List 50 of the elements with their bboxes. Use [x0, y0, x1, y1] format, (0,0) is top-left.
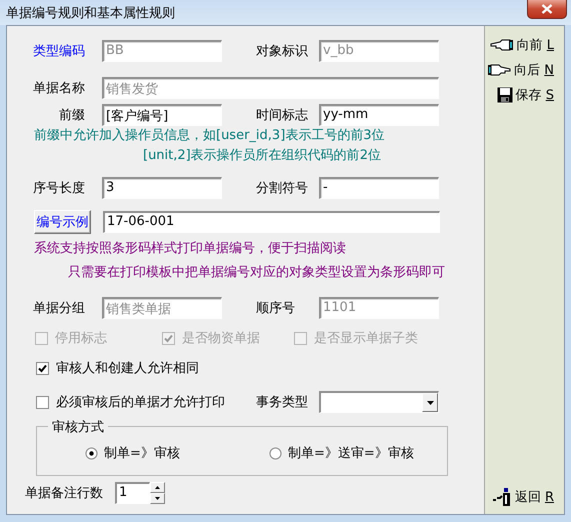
- field-label: 顺序号: [256, 300, 296, 317]
- input-field[interactable]: 17-06-001: [103, 211, 440, 233]
- spin-up-button[interactable]: [150, 482, 165, 493]
- up-arrow-icon: [155, 486, 160, 489]
- caret-icon: [426, 400, 434, 404]
- field-label: 前缀: [58, 107, 85, 124]
- field-label: 时间标志: [256, 107, 309, 124]
- checkbox[interactable]: [36, 396, 49, 408]
- checkbox-label: 停用标志: [55, 330, 107, 347]
- toolbar-button[interactable]: 向前 L: [488, 34, 556, 56]
- field-label: 单据备注行数: [25, 485, 103, 502]
- checkbox-label: 是否物资单据: [182, 330, 260, 347]
- field-label: 类型编码: [32, 43, 85, 60]
- input-field[interactable]: 3: [102, 177, 222, 199]
- radio-label: 制单=》审核: [104, 445, 180, 462]
- input-field[interactable]: yy-mm: [319, 104, 439, 126]
- checkbox[interactable]: [36, 362, 49, 374]
- checkbox-label: 是否显示单据子类: [314, 330, 418, 347]
- hand-left-icon: [490, 39, 514, 51]
- hint-text: 前缀中允许加入操作员信息，如[user_id,3]表示工号的前3位: [34, 127, 385, 145]
- hand-right-icon: [487, 64, 512, 76]
- toolbar-button[interactable]: 向后 N: [485, 59, 556, 81]
- field-label: 序号长度: [32, 180, 85, 197]
- group-title: 审核方式: [48, 418, 108, 436]
- window-title: 单据编号规则和基本属性规则: [6, 4, 175, 22]
- field-label: 单据名称: [32, 80, 85, 97]
- down-arrow-icon: [155, 497, 160, 500]
- toolbar-button[interactable]: 返回 R: [490, 486, 556, 508]
- checkbox-label: 审核人和创建人允许相同: [56, 360, 199, 377]
- close-icon: [541, 4, 553, 14]
- field-label: 事务类型: [256, 394, 309, 411]
- hint-text: 系统支持按照条形码样式打印单据编号，便于扫描阅读: [34, 240, 346, 258]
- exit-door-icon: [492, 488, 512, 506]
- input-field[interactable]: [客户编号]: [102, 104, 222, 126]
- input-field[interactable]: 1: [115, 482, 150, 504]
- radio-button[interactable]: [269, 446, 282, 460]
- hint-text: 只需要在打印模板中把单据编号对应的对象类型设置为条形码即可: [68, 264, 445, 282]
- checkbox-label: 必须审核后的单据才允许打印: [56, 394, 225, 411]
- hint-text: [unit,2]表示操作员所在组织代码的前2位: [143, 147, 382, 165]
- field-label: 分割符号: [256, 180, 309, 197]
- dropdown-button[interactable]: [422, 393, 438, 412]
- radio-label: 制单=》送审=》审核: [288, 445, 414, 462]
- field-label: 单据分组: [32, 300, 85, 317]
- close-button[interactable]: [527, 0, 567, 19]
- toolbar-button[interactable]: 保存 S: [494, 84, 556, 106]
- example-button[interactable]: 编号示例: [34, 210, 91, 234]
- radio-button[interactable]: [85, 446, 98, 460]
- spin-down-button[interactable]: [150, 493, 165, 504]
- input-field[interactable]: -: [319, 177, 439, 199]
- field-label: 对象标识: [256, 43, 309, 60]
